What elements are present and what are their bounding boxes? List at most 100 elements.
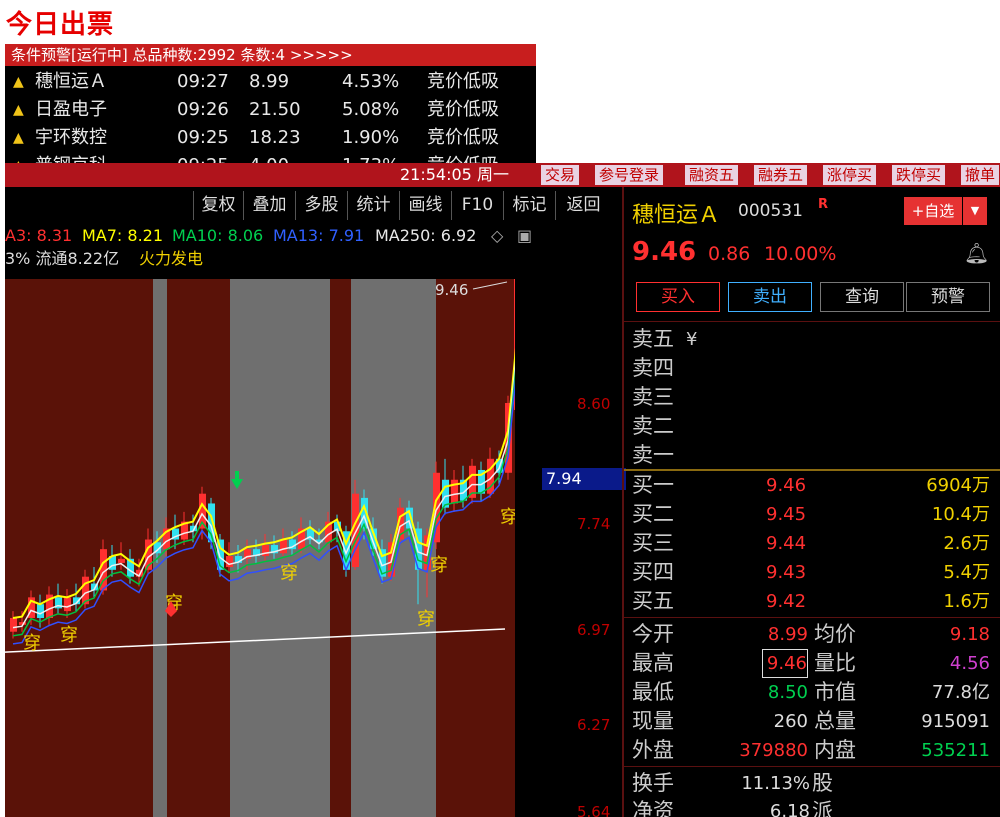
draw-line-button[interactable]: 画线 (399, 191, 451, 220)
clock: 21:54:05 周一 (400, 165, 509, 184)
outer-volume-value: 379880 (739, 740, 808, 761)
y-tick: 6.27 (577, 716, 611, 734)
bid2-volume: 10.4万 (931, 504, 990, 525)
stock-code: 000531 (738, 201, 803, 221)
tab-limit-up-buy[interactable]: 涨停买 (823, 165, 877, 185)
statistics-button[interactable]: 统计 (347, 191, 399, 220)
restore-rights-button[interactable]: 复权 (193, 191, 243, 220)
alert-row[interactable]: ▲ 穗恒运Ａ 09:27 8.99 4.53% 竞价低吸 (5, 68, 536, 96)
candle-body (10, 617, 17, 632)
bid1-volume: 6904万 (926, 475, 990, 496)
candle-body (280, 539, 287, 554)
price-change: 0.86 (708, 243, 751, 265)
multi-stock-button[interactable]: 多股 (295, 191, 347, 220)
alert-time: 09:26 (177, 99, 229, 120)
ma13-value: MA13: 7.91 (273, 226, 365, 245)
favorite-dropdown-icon[interactable]: ▼ (963, 197, 987, 225)
stock-info-bar: 3% 流通8.22亿 火力发电 (5, 247, 545, 271)
crosshair-price-box: 7.94 (542, 468, 626, 490)
market-cap-label: 市值 (814, 680, 856, 704)
diamond-icon[interactable]: ◇ (491, 225, 503, 247)
cross-signal-label: 穿 (23, 633, 41, 654)
tab-login[interactable]: 参号登录 (595, 165, 664, 185)
tab-cancel[interactable]: 撤单 (961, 165, 1000, 185)
ask2-label: 卖二 (632, 414, 674, 438)
candle-body (226, 556, 233, 568)
net-asset-label: 净资 (632, 799, 674, 817)
bid1-label: 买一 (632, 473, 674, 497)
ma-legend: A3: 8.31 MA7: 8.21 MA10: 8.06 MA13: 7.91… (5, 225, 545, 247)
low-value: 8.50 (767, 682, 808, 703)
ma10-value: MA10: 8.06 (172, 226, 264, 245)
float-info: 3% 流通8.22亿 (5, 249, 120, 268)
up-arrow-icon: ▲ (13, 102, 24, 118)
cross-signal-label: 穿 (500, 507, 515, 528)
bid5-label: 买五 (632, 589, 674, 613)
margin-flag: R (818, 197, 829, 212)
quote-panel: 穗恒运Ａ 000531 R +自选 ▼ 9.46 0.86 10.00% 🔔︎ … (622, 187, 1000, 817)
divider (624, 766, 1000, 767)
alert-pct: 4.53% (342, 71, 400, 92)
tab-trade[interactable]: 交易 (541, 165, 580, 185)
candle-body (64, 597, 71, 612)
panel-toggle-icon[interactable]: ▣ (517, 225, 532, 247)
y-tick: 6.97 (577, 621, 611, 639)
kline-chart[interactable]: 穿穿穿穿穿穿穿 9.46 (5, 279, 515, 817)
alert-header[interactable]: 条件预警[运行中] 总品种数:2992 条数:4 >>>>> (5, 44, 536, 66)
dividend-label: 派 (812, 799, 833, 817)
y-tick: 7.74 (577, 515, 611, 533)
turnover-value: 11.13% (741, 773, 810, 794)
net-asset-value: 6.18 (769, 801, 810, 817)
market-cap-value: 77.8亿 (931, 682, 990, 703)
last-volume-value: 260 (773, 711, 808, 732)
avg-label: 均价 (814, 622, 856, 646)
f10-button[interactable]: F10 (451, 191, 503, 220)
tab-short-sell[interactable]: 融券五 (754, 165, 808, 185)
alert-stock-name: 日盈电子 (35, 99, 107, 120)
alert-row[interactable]: ▲ 日盈电子 09:26 21.50 5.08% 竞价低吸 (5, 96, 536, 124)
up-arrow-icon: ▲ (13, 74, 24, 90)
back-button[interactable]: 返回 (555, 191, 611, 220)
alert-button[interactable]: 预警 (906, 282, 990, 312)
ask4-label: 卖四 (632, 356, 674, 380)
add-favorite-button[interactable]: +自选 (904, 197, 962, 225)
alert-time: 09:25 (177, 127, 229, 148)
ask5-price: ¥ (686, 329, 698, 350)
bid5-volume: 1.6万 (943, 591, 990, 612)
top-bar: 21:54:05 周一 交易 参号登录 融资五 融券五 涨停买 跌停买 撤单 (5, 163, 1000, 187)
bid1-price: 9.46 (766, 475, 807, 496)
tab-limit-down-buy[interactable]: 跌停买 (892, 165, 946, 185)
total-volume-value: 915091 (921, 711, 990, 732)
sell-button[interactable]: 卖出 (728, 282, 812, 312)
cross-signal-label: 穿 (417, 609, 435, 630)
total-volume-label: 总量 (814, 709, 856, 733)
alert-stock-name: 穗恒运Ａ (35, 71, 107, 92)
alert-row[interactable]: ▲ 宇环数控 09:25 18.23 1.90% 竞价低吸 (5, 124, 536, 152)
buy-button[interactable]: 买入 (636, 282, 720, 312)
volume-ratio-value: 4.56 (949, 653, 990, 674)
bid3-volume: 2.6万 (943, 533, 990, 554)
volume-ratio-label: 量比 (814, 651, 856, 675)
tab-margin-buy[interactable]: 融资五 (685, 165, 739, 185)
query-button[interactable]: 查询 (820, 282, 904, 312)
bell-icon[interactable]: 🔔︎ (964, 241, 989, 265)
ask1-label: 卖一 (632, 443, 674, 467)
overlay-button[interactable]: 叠加 (243, 191, 295, 220)
share-label: 股 (812, 771, 833, 795)
bid3-label: 买三 (632, 531, 674, 555)
page-title: 今日出票 (6, 10, 115, 40)
alert-pct: 1.90% (342, 127, 400, 148)
bid5-price: 9.42 (766, 591, 807, 612)
last-volume-label: 现量 (632, 709, 674, 733)
alert-price: 21.50 (249, 99, 301, 120)
alert-stock-name: 宇环数控 (35, 127, 107, 148)
outer-volume-label: 外盘 (632, 738, 674, 762)
turnover-label: 换手 (632, 771, 674, 795)
stock-name: 穗恒运Ａ (632, 203, 721, 228)
mark-button[interactable]: 标记 (503, 191, 555, 220)
alert-signal: 竞价低吸 (427, 127, 499, 148)
cross-signal-label: 穿 (280, 563, 298, 584)
inner-volume-value: 535211 (921, 740, 990, 761)
alert-price: 8.99 (249, 71, 290, 92)
divider (624, 617, 1000, 618)
